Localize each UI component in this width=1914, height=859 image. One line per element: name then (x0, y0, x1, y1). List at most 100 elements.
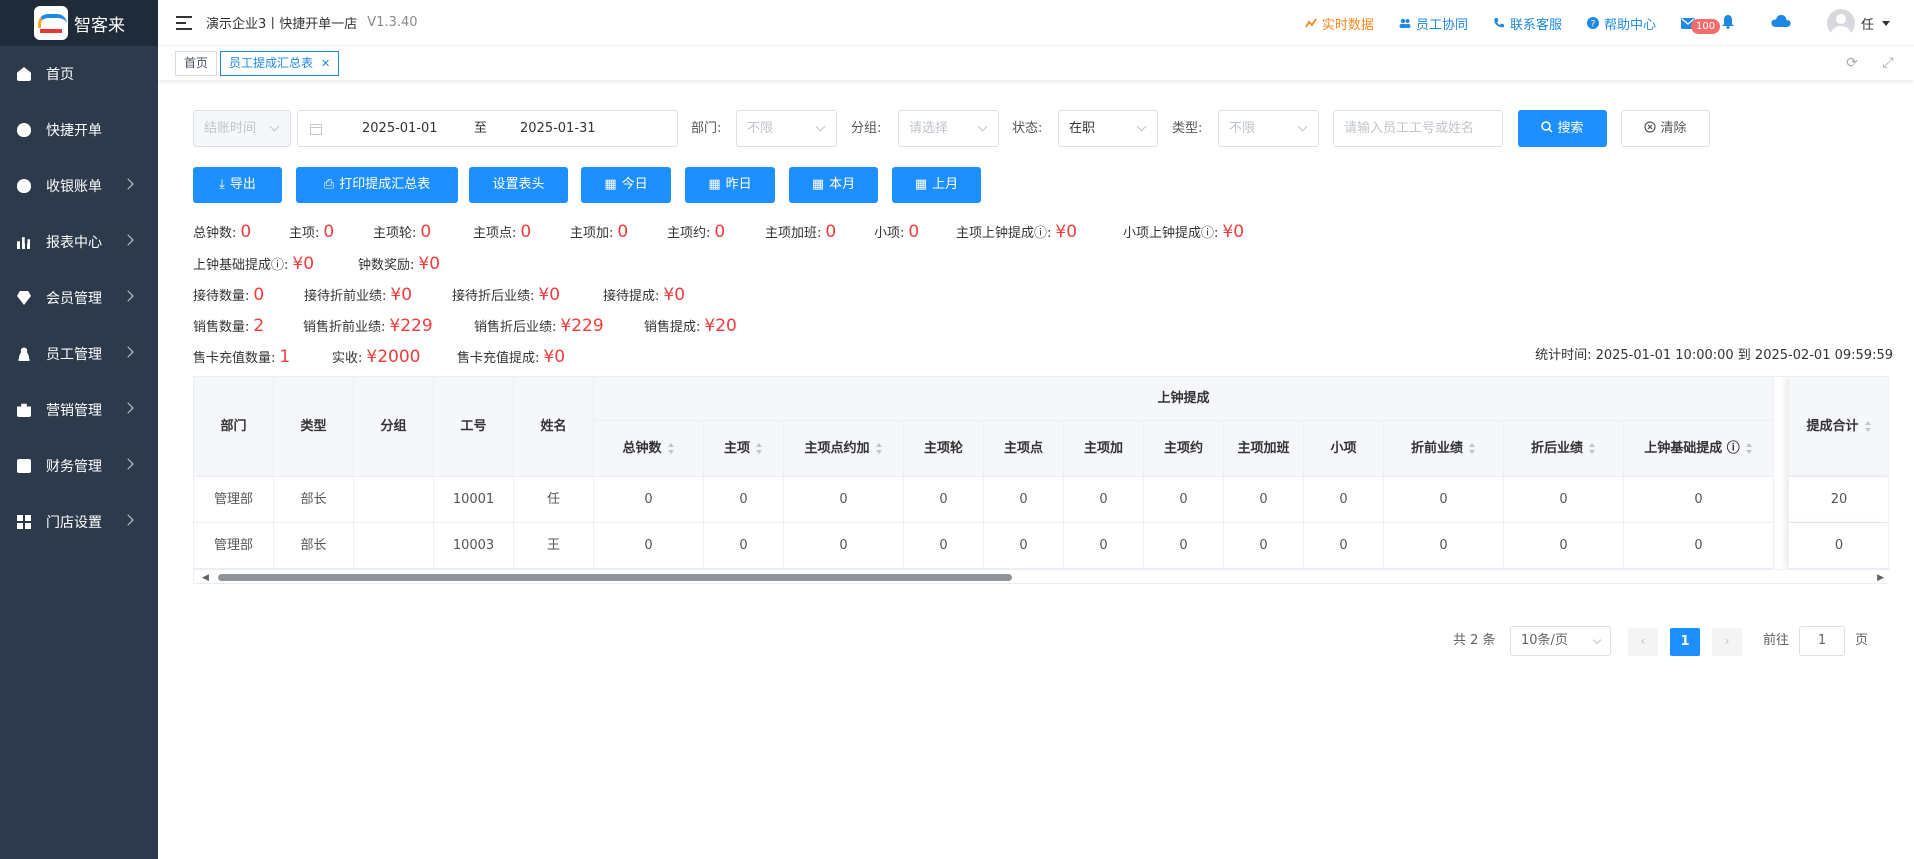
type-select[interactable]: 不限 (1218, 110, 1319, 147)
page-size-select[interactable]: 10条/页 (1510, 626, 1611, 656)
sort-caret-icon[interactable] (1864, 421, 1872, 432)
tag-home[interactable]: 首页 (175, 51, 218, 76)
scroll-thumb[interactable] (218, 574, 1012, 581)
column-header[interactable]: 总钟数 (594, 421, 704, 477)
scroll-right-icon[interactable]: ▶ (1877, 573, 1884, 583)
chevron-right-icon (122, 346, 134, 358)
dept-select[interactable]: 不限 (736, 110, 837, 147)
stat-value: 0 (323, 222, 335, 242)
set-header-button[interactable]: 设置表头 (469, 167, 568, 203)
type-label: 类型: (1172, 121, 1203, 136)
help-center-link[interactable]: ? 帮助中心 (1586, 14, 1656, 33)
fullscreen-icon[interactable]: ⤢ (1880, 55, 1896, 71)
column-header[interactable]: 折后业绩 (1504, 421, 1624, 477)
contact-service-link[interactable]: 联系客服 (1493, 14, 1562, 33)
stat-label: 接待折前业绩: (304, 289, 387, 304)
next-page-button[interactable]: › (1712, 628, 1742, 656)
stat-item: 接待提成: ¥0 (603, 285, 685, 305)
group-select[interactable]: 请选择 (898, 110, 999, 147)
search-button[interactable]: 搜索 (1518, 110, 1607, 147)
sort-caret-icon[interactable] (1589, 443, 1596, 454)
export-button[interactable]: ⤓ 导出 (193, 167, 282, 203)
tag-commission-summary[interactable]: 员工提成汇总表 ✕ (220, 51, 340, 76)
sidebar-item-0[interactable]: 首页 (0, 46, 158, 102)
sort-caret-icon[interactable] (875, 443, 883, 454)
table-cell: 10003 (434, 523, 514, 569)
bar-chart-icon (17, 237, 31, 249)
column-header-total[interactable]: 提成合计 (1789, 377, 1888, 477)
column-header[interactable]: 上钟基础提成 ⓘ (1624, 421, 1774, 477)
status-select[interactable]: 在职 (1058, 110, 1158, 147)
sidebar-item-4[interactable]: 会员管理 (0, 270, 158, 326)
column-header[interactable]: 折前业绩 (1384, 421, 1504, 477)
table-cell-text: 0 (839, 492, 848, 507)
stat-label: 小项: (874, 226, 905, 241)
type-value: 不限 (1229, 121, 1256, 136)
date-end[interactable]: 2025-01-31 (520, 111, 596, 146)
table-cell-text: 10001 (452, 492, 495, 507)
clear-button[interactable]: 清除 (1621, 110, 1710, 147)
table-cell-text: 0 (1559, 538, 1568, 553)
column-header-text: 主项轮 (923, 441, 963, 456)
stats-row5: 售卡充值数量: 1 实收: ¥2000 售卡充值提成: ¥0 (193, 347, 1493, 369)
stat-item: 销售提成: ¥20 (644, 316, 737, 336)
sidebar-item-5[interactable]: 员工管理 (0, 326, 158, 382)
sort-caret-icon[interactable] (756, 443, 763, 454)
last-month-button[interactable]: ▦ 上月 (892, 167, 981, 203)
stat-value: 1 (279, 347, 291, 367)
column-header: 姓名 (514, 377, 594, 477)
caret-down-icon[interactable] (1882, 20, 1890, 26)
scroll-left-icon[interactable]: ◀ (202, 573, 209, 583)
yesterday-button[interactable]: ▦ 昨日 (685, 167, 775, 203)
page-number-1[interactable]: 1 (1670, 628, 1700, 656)
staff-collab-link[interactable]: 员工协同 (1399, 14, 1468, 33)
stat-item: 钟数奖励: ¥0 (358, 254, 440, 274)
app-version: V1.3.40 (367, 15, 418, 30)
yesterday-label: 昨日 (725, 177, 752, 192)
sort-caret-icon[interactable] (1469, 443, 1476, 454)
sidebar-item-7[interactable]: 财务管理 (0, 438, 158, 494)
table-cell: 0 (1384, 523, 1504, 569)
goto-page-input[interactable]: 1 (1799, 626, 1845, 656)
table-cell-text: 0 (1694, 492, 1703, 507)
sidebar-item-8[interactable]: 门店设置 (0, 494, 158, 550)
notification-button[interactable] (1721, 14, 1735, 33)
chevron-down-icon (1592, 635, 1602, 645)
table-cell: 0 (1224, 523, 1304, 569)
close-icon[interactable]: ✕ (321, 57, 330, 70)
stat-label: 上钟基础提成ⓘ: (193, 258, 289, 273)
sidebar-item-3[interactable]: 报表中心 (0, 214, 158, 270)
keyword-input[interactable]: 请输入员工工号或姓名 (1333, 110, 1503, 147)
mail-button[interactable]: 100 (1680, 15, 1721, 34)
sort-caret-icon[interactable] (1745, 443, 1753, 454)
print-summary-button[interactable]: ⎙ 打印提成汇总表 (296, 167, 458, 203)
user-name[interactable]: 任 (1861, 14, 1874, 33)
sidebar-item-2[interactable]: 收银账单 (0, 158, 158, 214)
column-header: 小项 (1304, 421, 1384, 477)
date-start[interactable]: 2025-01-01 (362, 111, 438, 146)
sidebar-item-6[interactable]: 营销管理 (0, 382, 158, 438)
cloud-button[interactable] (1771, 14, 1791, 32)
sort-caret-icon[interactable] (667, 443, 675, 454)
pagination: 共 2 条 10条/页 ‹ 1 › 前往 1 页 (1453, 626, 1873, 656)
refresh-icon[interactable]: ⟳ (1844, 55, 1860, 71)
today-button[interactable]: ▦ 今日 (581, 167, 671, 203)
sidebar-item-1[interactable]: 快捷开单 (0, 102, 158, 158)
menu-toggle-icon[interactable] (176, 15, 192, 30)
prev-page-button[interactable]: ‹ (1628, 628, 1658, 656)
table-cell: 0 (904, 477, 984, 523)
horizontal-scrollbar[interactable]: ◀ ▶ (194, 569, 1890, 583)
avatar[interactable] (1826, 9, 1855, 37)
date-range-picker[interactable]: 2025-01-01 至 2025-01-31 (297, 110, 678, 147)
stat-label: 销售折前业绩: (303, 320, 386, 335)
table-cell: 0 (1304, 523, 1384, 569)
column-header[interactable]: 主项点约加 (784, 421, 904, 477)
stat-value: 0 (825, 222, 837, 242)
realtime-data-link[interactable]: 实时数据 (1305, 14, 1374, 33)
this-month-button[interactable]: ▦ 本月 (789, 167, 878, 203)
page-size-value: 10条/页 (1521, 633, 1568, 648)
time-type-select[interactable]: 结账时间 (193, 110, 291, 147)
stat-label: 接待提成: (603, 289, 660, 304)
column-header[interactable]: 主项 (704, 421, 784, 477)
table-cell: 0 (1504, 477, 1624, 523)
